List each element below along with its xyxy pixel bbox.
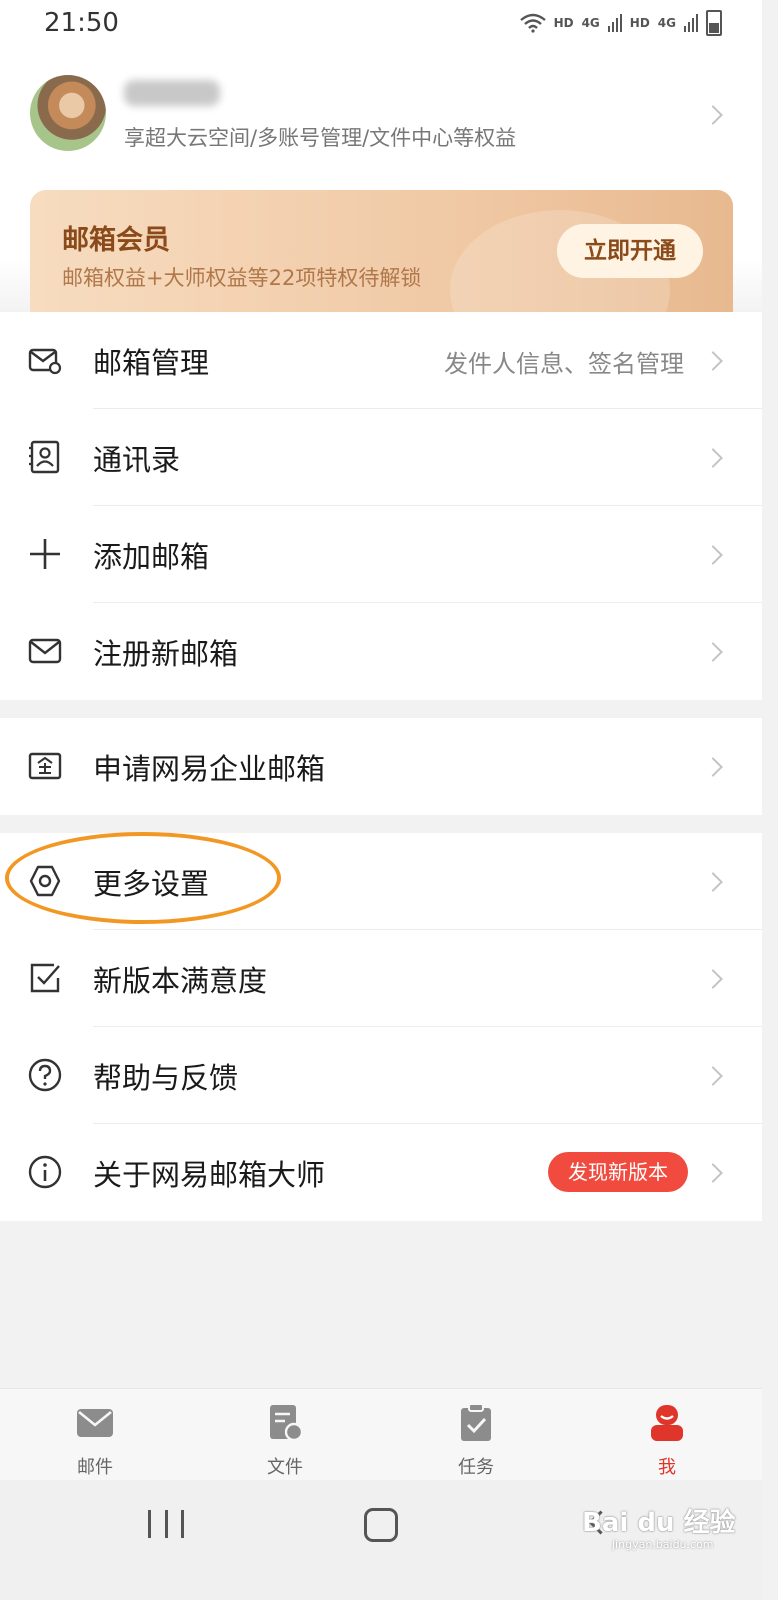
menu-label: 关于网易邮箱大师 (93, 1158, 326, 1192)
chevron-right-icon (703, 545, 723, 565)
avatar[interactable] (30, 75, 106, 151)
profile-subtitle: 享超大云空间/多账号管理/文件中心等权益 (124, 126, 517, 150)
menu-label: 邮箱管理 (93, 346, 210, 380)
chevron-right-icon (703, 1163, 723, 1183)
system-nav-bar: Bai du 经验 jingyan.baidu.com (0, 1480, 762, 1600)
plus-icon (30, 539, 60, 569)
contacts-icon (29, 440, 60, 474)
checkbox-icon (30, 963, 60, 993)
menu-item-add-mailbox[interactable]: 添加邮箱 (0, 506, 762, 603)
signal-icon (607, 14, 622, 32)
tab-me[interactable]: 我 (627, 1403, 707, 1479)
task-tab-icon (461, 1403, 491, 1441)
menu-hint: 发件人信息、签名管理 (444, 350, 684, 378)
new-version-badge[interactable]: 发现新版本 (548, 1152, 688, 1192)
baidu-watermark: Bai du 经验 (582, 1508, 736, 1538)
menu-label: 添加邮箱 (93, 540, 210, 574)
vip-title: 邮箱会员 (62, 225, 170, 256)
chevron-right-icon (703, 872, 723, 892)
chevron-right-icon (703, 642, 723, 662)
wifi-icon (519, 13, 546, 33)
chevron-right-icon (703, 105, 723, 125)
baidu-watermark-url: jingyan.baidu.com (612, 1538, 714, 1551)
menu-item-contacts[interactable]: 通讯录 (0, 409, 762, 506)
chevron-right-icon (703, 969, 723, 989)
menu-item-register-mailbox[interactable]: 注册新邮箱 (0, 603, 762, 700)
vip-activate-button[interactable]: 立即开通 (557, 224, 703, 278)
vip-card[interactable]: 邮箱会员 邮箱权益+大师权益等22项特权待解锁 立即开通 (30, 190, 733, 312)
screen: 21:50 HD 4G HD 4G 享超大云空间/多账号管理/文件中心等权益 邮… (0, 0, 762, 1600)
tab-label: 我 (658, 1457, 676, 1478)
status-icons: HD 4G HD 4G (519, 10, 722, 36)
recent-apps-button[interactable] (148, 1510, 184, 1538)
menu-group-enterprise: 申请网易企业邮箱 (0, 718, 762, 815)
menu-item-mailbox-management[interactable]: 邮箱管理 发件人信息、签名管理 (0, 312, 762, 409)
menu-label: 申请网易企业邮箱 (93, 752, 326, 786)
tab-label: 任务 (458, 1457, 494, 1478)
chevron-right-icon (703, 448, 723, 468)
chevron-right-icon (703, 351, 723, 371)
menu-item-satisfaction[interactable]: 新版本满意度 (0, 930, 762, 1027)
me-tab-icon (651, 1405, 683, 1441)
tab-files[interactable]: 文件 (245, 1403, 325, 1479)
home-button[interactable] (364, 1508, 398, 1542)
network-4g-label: 4G (581, 16, 600, 30)
status-bar: 21:50 HD 4G HD 4G (0, 0, 762, 50)
menu-item-help-feedback[interactable]: 帮助与反馈 (0, 1027, 762, 1124)
menu-group-account: 邮箱管理 发件人信息、签名管理 通讯录 添加邮箱 注册新邮箱 (0, 312, 762, 700)
file-tab-icon (270, 1405, 304, 1442)
help-icon (28, 1058, 62, 1092)
menu-label: 新版本满意度 (93, 964, 268, 998)
hd-label-2: HD (629, 16, 650, 30)
menu-label: 注册新邮箱 (93, 637, 239, 671)
tab-mail[interactable]: 邮件 (55, 1403, 135, 1479)
mail-tab-icon (77, 1409, 113, 1437)
tab-tasks[interactable]: 任务 (436, 1403, 516, 1479)
annotation-highlight-ellipse (5, 832, 281, 924)
status-time: 21:50 (44, 8, 119, 38)
menu-item-about[interactable]: 关于网易邮箱大师 发现新版本 (0, 1124, 762, 1221)
info-icon (28, 1155, 62, 1189)
chevron-right-icon (703, 757, 723, 777)
tab-label: 邮件 (77, 1457, 113, 1478)
envelope-icon (28, 638, 62, 664)
bottom-tab-bar: 邮件 文件 任务 我 (0, 1388, 762, 1481)
vip-subtitle: 邮箱权益+大师权益等22项特权待解锁 (62, 266, 422, 290)
battery-icon (706, 10, 722, 36)
hd-label: HD (553, 16, 574, 30)
blurred-username (124, 80, 220, 106)
mailbox-settings-icon (28, 348, 62, 375)
chevron-right-icon (703, 1066, 723, 1086)
menu-label: 通讯录 (93, 443, 181, 477)
network-4g-label-2: 4G (657, 16, 676, 30)
enterprise-icon (28, 752, 62, 780)
menu-item-enterprise-mailbox[interactable]: 申请网易企业邮箱 (0, 718, 762, 815)
menu-label: 帮助与反馈 (93, 1061, 239, 1095)
signal-icon-2 (684, 14, 698, 32)
tab-label: 文件 (267, 1457, 303, 1478)
